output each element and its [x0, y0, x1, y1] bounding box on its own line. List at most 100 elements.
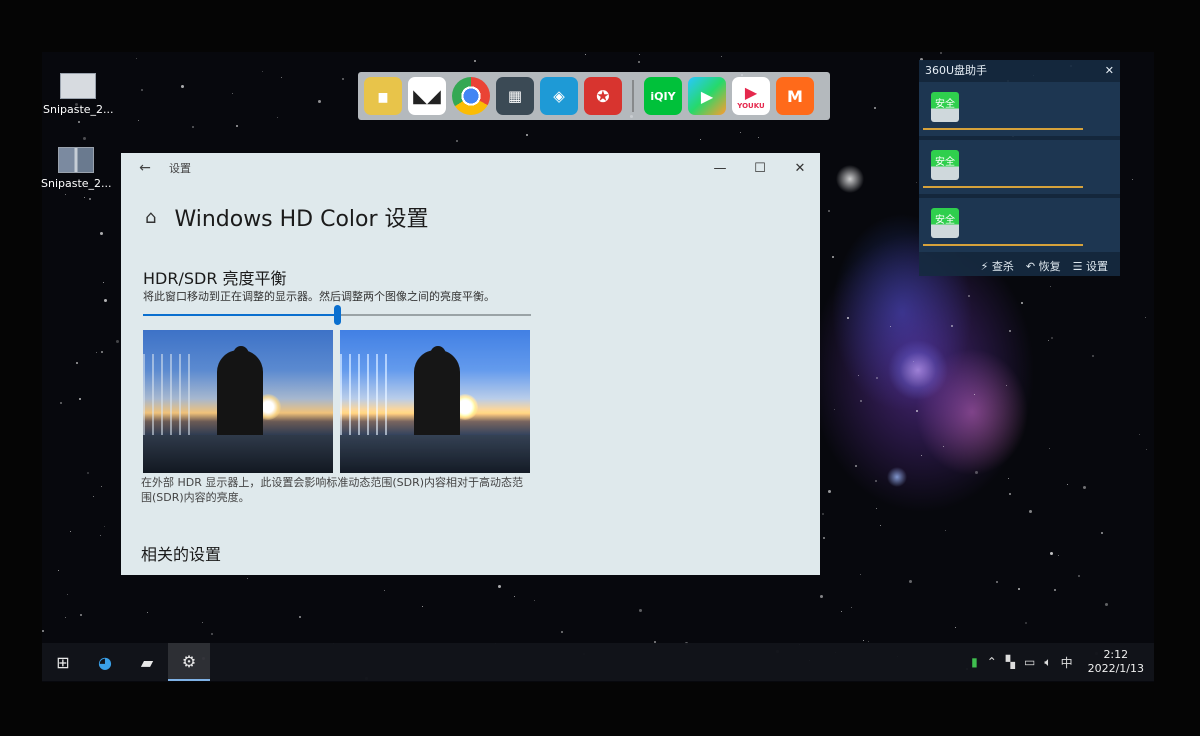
- star: [76, 362, 79, 365]
- settings-taskbar-button[interactable]: ⚙: [168, 643, 210, 681]
- star: [1145, 449, 1147, 451]
- star: [100, 485, 102, 487]
- network-grid-icon[interactable]: ▚: [1006, 655, 1015, 669]
- chrome-icon[interactable]: [452, 77, 490, 115]
- lightning-icon: ⚡: [980, 260, 989, 273]
- safe-badge: 安全: [931, 208, 959, 238]
- gear-icon: ⚙: [181, 651, 197, 671]
- star: [1048, 339, 1050, 341]
- star: [1007, 477, 1009, 479]
- window-title: 设置: [169, 162, 191, 175]
- file-thumbnail-icon: [58, 147, 94, 173]
- star: [498, 585, 502, 589]
- star: [913, 361, 915, 363]
- list-icon: ☰: [1072, 260, 1083, 273]
- page-header: ⌂ Windows HD Color 设置: [145, 201, 429, 233]
- maximize-button[interactable]: ☐: [740, 161, 780, 176]
- mango-tv-icon[interactable]: M: [776, 77, 814, 115]
- star: [236, 125, 239, 128]
- brightness-balance-slider[interactable]: [143, 305, 531, 325]
- scan-button[interactable]: ⚡ 查杀: [981, 258, 1014, 274]
- star: [103, 298, 107, 302]
- image-person-head: [430, 346, 446, 364]
- explorer-icon: ▰: [140, 652, 154, 672]
- drive-item[interactable]: 安全: [919, 140, 1120, 194]
- star: [1132, 179, 1134, 180]
- monitor-icon[interactable]: ▭: [1024, 655, 1035, 669]
- star: [317, 99, 321, 103]
- star: [1058, 554, 1060, 556]
- clock[interactable]: 2:12 2022/1/13: [1088, 648, 1144, 676]
- foxit-icon[interactable]: ◣◢: [408, 77, 446, 115]
- mango-text: M: [787, 86, 803, 106]
- edge-taskbar-button[interactable]: ◕: [84, 643, 126, 681]
- home-icon[interactable]: ⌂: [145, 207, 156, 228]
- media-player-icon[interactable]: ✪: [584, 77, 622, 115]
- battery-icon[interactable]: ▮: [971, 655, 978, 669]
- star: [146, 611, 148, 613]
- star: [859, 573, 861, 575]
- file-explorer-taskbar-button[interactable]: ▰: [126, 643, 168, 681]
- star: [67, 593, 69, 595]
- star: [87, 471, 90, 474]
- star: [944, 529, 946, 531]
- star: [822, 536, 825, 539]
- folder-icon[interactable]: ▆: [364, 77, 402, 115]
- star: [721, 55, 723, 57]
- tencent-video-icon[interactable]: ▶: [688, 77, 726, 115]
- star: [920, 455, 922, 457]
- desktop-icon-snipaste-1[interactable]: Snipaste_2...: [43, 73, 114, 116]
- star: [851, 607, 853, 609]
- dock-separator: [632, 80, 634, 112]
- desktop-icon-snipaste-2[interactable]: Snipaste_2...: [41, 147, 112, 190]
- star: [281, 76, 283, 78]
- clock-time: 2:12: [1103, 648, 1129, 661]
- start-button[interactable]: ⊞: [42, 643, 84, 681]
- star: [211, 633, 214, 636]
- star: [846, 317, 849, 320]
- star: [1021, 302, 1024, 305]
- volume-icon[interactable]: 🔈︎: [1044, 655, 1051, 670]
- youku-icon[interactable]: ▶ YOUKU: [732, 77, 770, 115]
- star: [943, 445, 945, 447]
- restore-button[interactable]: ↶ 恢复: [1026, 258, 1061, 274]
- drive-item[interactable]: 安全: [919, 198, 1120, 252]
- star: [192, 125, 195, 128]
- windows-tiles-icon[interactable]: ▦: [496, 77, 534, 115]
- star: [83, 137, 87, 141]
- image-floor: [143, 435, 333, 473]
- star: [141, 88, 143, 91]
- clock-date: 2022/1/13: [1087, 662, 1144, 675]
- star: [940, 52, 943, 55]
- minimize-button[interactable]: —: [700, 161, 740, 176]
- star: [889, 326, 891, 328]
- slider-thumb[interactable]: [334, 305, 341, 325]
- ime-indicator[interactable]: 中: [1061, 654, 1073, 671]
- hdr-sample-image: [340, 330, 530, 473]
- hdr-note: 在外部 HDR 显示器上，此设置会影响标准动态范围(SDR)内容相对于高动态范围…: [141, 476, 524, 504]
- panel-close-button[interactable]: ✕: [1105, 64, 1114, 77]
- panel-title: 360U盘助手: [925, 64, 988, 77]
- iqiyi-icon[interactable]: iQIY: [644, 77, 682, 115]
- 3d-cube-icon[interactable]: ◈: [540, 77, 578, 115]
- star: [137, 119, 139, 121]
- drive-item[interactable]: 安全: [919, 82, 1120, 136]
- sdr-sample-image: [143, 330, 333, 473]
- panel-settings-button[interactable]: ☰ 设置: [1073, 258, 1108, 274]
- star: [277, 116, 279, 118]
- scan-label: 查杀: [991, 260, 1014, 273]
- star: [42, 630, 45, 633]
- star: [1077, 575, 1080, 578]
- chevron-up-icon[interactable]: ⌃: [987, 655, 997, 669]
- star: [1017, 587, 1020, 590]
- capacity-bar: [923, 186, 1083, 188]
- star: [950, 324, 953, 327]
- star: [100, 231, 104, 235]
- star: [92, 495, 94, 497]
- close-button[interactable]: ✕: [780, 161, 820, 176]
- back-button[interactable]: ←: [121, 160, 169, 176]
- iqiyi-text: iQIY: [650, 89, 676, 103]
- star: [857, 375, 859, 377]
- star: [474, 59, 477, 62]
- star: [1048, 447, 1050, 449]
